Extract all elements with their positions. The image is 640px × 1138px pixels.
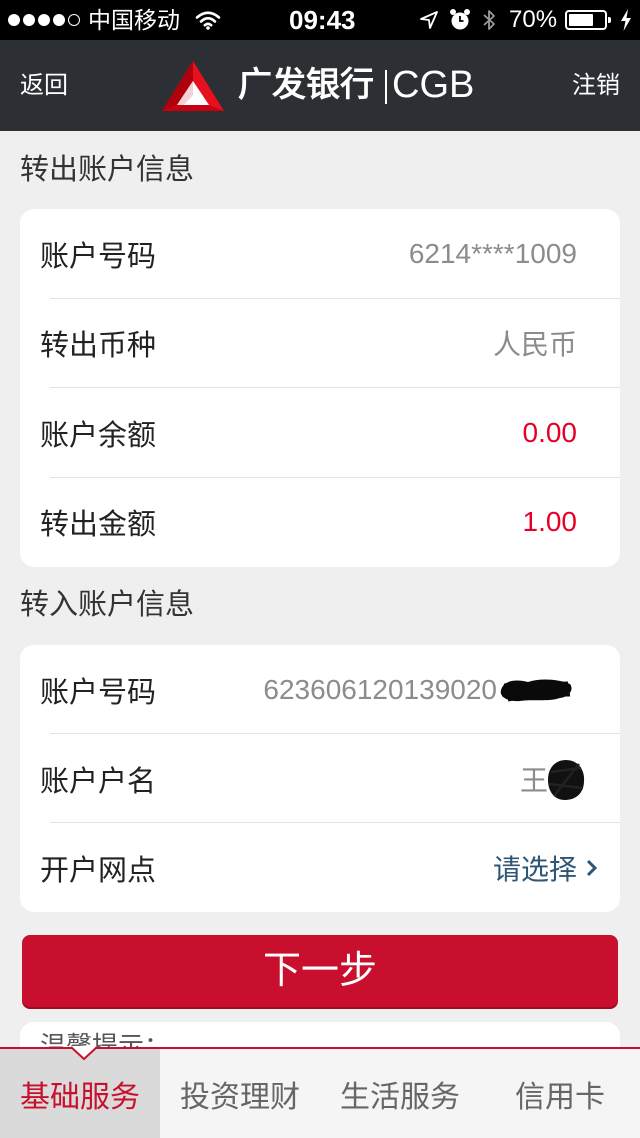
row-label: 账户余额 <box>40 419 157 452</box>
out-account-number-row: 账户号码 6214****1009 <box>20 209 620 299</box>
transfer-in-section-title: 转入账户信息 <box>20 589 195 621</box>
chevron-right-icon <box>586 858 598 883</box>
battery-icon <box>565 10 611 30</box>
status-bar: 中国移动 09:43 70% <box>0 0 640 40</box>
battery-level-fill <box>569 14 593 26</box>
balance-value: 0.00 <box>522 416 578 448</box>
redaction-mark <box>546 758 586 807</box>
next-step-button[interactable]: 下一步 <box>22 935 618 1007</box>
branch-select-value[interactable]: 请选择 <box>493 823 577 912</box>
transfer-amount-value: 1.00 <box>522 506 578 538</box>
in-account-number-row: 账户号码 623606120139020 <box>20 645 620 734</box>
bank-name: 广发银行 <box>238 66 374 104</box>
tab-investment[interactable]: 投资理财 <box>160 1049 320 1138</box>
back-button[interactable]: 返回 <box>20 40 68 131</box>
charging-icon <box>620 9 632 36</box>
signal-dot <box>23 14 35 26</box>
in-branch-row[interactable]: 开户网点 请选择 <box>20 823 620 912</box>
logo-divider <box>385 70 387 104</box>
signal-dot <box>53 14 65 26</box>
transfer-out-section-title: 转出账户信息 <box>20 154 195 186</box>
in-account-number-value: 623606120139020 <box>263 673 497 705</box>
active-tab-indicator-icon <box>70 1046 98 1067</box>
out-amount-row: 转出金额 1.00 <box>20 478 620 568</box>
account-name-value: 王 <box>519 764 548 796</box>
row-label: 转出金额 <box>40 509 157 542</box>
carrier-name: 中国移动 <box>88 7 180 33</box>
cgb-logo-icon <box>162 61 224 116</box>
signal-dot <box>68 14 80 26</box>
in-account-name-row: 账户户名 王 <box>20 734 620 823</box>
battery-percentage: 70% <box>509 6 558 33</box>
logout-button[interactable]: 注销 <box>572 40 620 131</box>
row-label: 开户网点 <box>40 854 157 887</box>
row-label: 账户户名 <box>40 765 157 798</box>
redaction-mark <box>498 675 574 710</box>
location-icon <box>419 10 439 35</box>
signal-strength-indicator <box>8 14 80 26</box>
currency-value: 人民币 <box>492 329 577 361</box>
tab-credit-card[interactable]: 信用卡 <box>480 1049 640 1138</box>
signal-dot <box>38 14 50 26</box>
out-balance-row: 账户余额 0.00 <box>20 388 620 478</box>
bank-code: CGB <box>392 64 475 106</box>
nav-bar: 返回 广发银行 CGB 注销 <box>0 40 640 131</box>
signal-dot <box>8 14 20 26</box>
row-label: 转出币种 <box>40 330 157 363</box>
transfer-out-card: 账户号码 6214****1009 转出币种 人民币 账户余额 0.00 转出金… <box>20 209 620 567</box>
out-currency-row: 转出币种 人民币 <box>20 299 620 389</box>
out-account-number-value: 6214****1009 <box>408 237 577 269</box>
alarm-icon <box>449 8 471 37</box>
row-label: 账户号码 <box>40 676 157 709</box>
wifi-icon <box>195 10 221 35</box>
battery-nub <box>608 17 611 23</box>
transfer-in-card: 账户号码 623606120139020 账户户名 王 开户网点 请选择 <box>20 645 620 912</box>
status-time: 09:43 <box>289 5 356 35</box>
row-label: 账户号码 <box>40 240 157 273</box>
tab-life-services[interactable]: 生活服务 <box>320 1049 480 1138</box>
bluetooth-icon <box>482 8 496 37</box>
